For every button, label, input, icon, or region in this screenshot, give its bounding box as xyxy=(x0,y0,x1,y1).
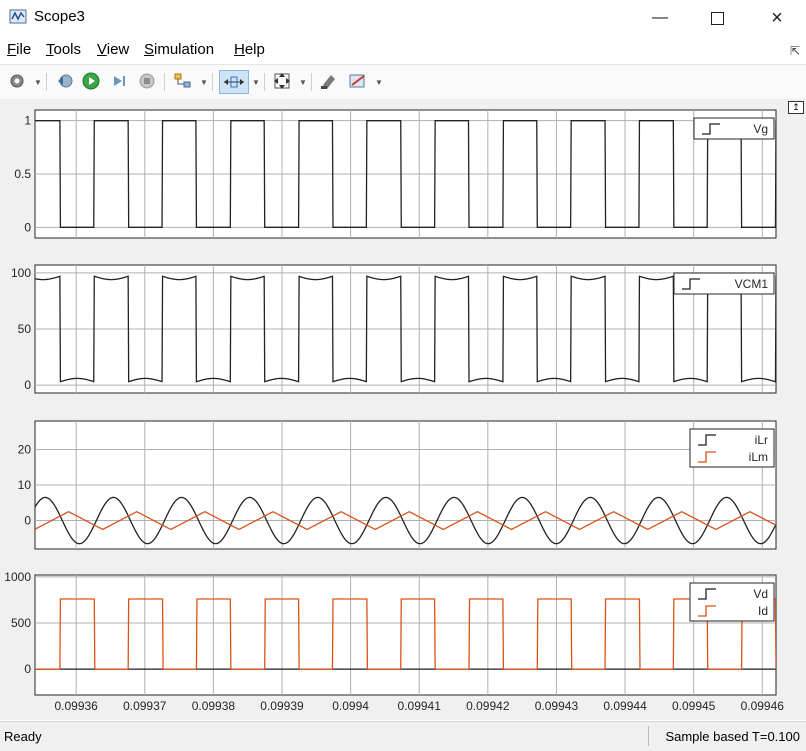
settings-icon xyxy=(10,74,24,88)
settings-dropdown-icon[interactable]: ▼ xyxy=(34,78,42,87)
autoscale-button[interactable] xyxy=(271,70,293,92)
pin-icon[interactable]: ⇱ xyxy=(790,44,800,58)
menu-file[interactable]: File xyxy=(7,41,31,58)
step-forward-button[interactable] xyxy=(108,70,130,92)
status-text: Ready xyxy=(4,729,42,744)
stop-button[interactable] xyxy=(136,70,158,92)
maximize-button[interactable] xyxy=(697,4,737,32)
toolbar-separator xyxy=(212,73,213,91)
scope-icon xyxy=(9,9,27,24)
status-bar: Ready Sample based T=0.100 xyxy=(0,721,806,751)
settings-button[interactable] xyxy=(6,70,28,92)
toolbar-separator xyxy=(46,73,47,91)
menu-view[interactable]: View xyxy=(97,41,129,58)
toolbar-separator xyxy=(164,73,165,91)
zoom-dropdown-icon[interactable]: ▼ xyxy=(252,78,260,87)
autoscale-icon xyxy=(274,73,290,89)
signal-selector-icon xyxy=(174,73,191,88)
menu-simulation[interactable]: Simulation xyxy=(144,41,214,58)
maximize-icon xyxy=(710,11,724,25)
signal-selector-button[interactable] xyxy=(172,70,194,92)
window-title: Scope3 xyxy=(34,8,85,25)
toolbar-separator xyxy=(264,73,265,91)
toolbar: ▼ ▼ ▼ ▼ ▼ xyxy=(0,64,806,100)
undock-icon[interactable]: ↥ xyxy=(788,101,804,114)
stop-icon xyxy=(139,73,155,89)
close-button[interactable]: × xyxy=(757,4,797,32)
status-separator xyxy=(648,726,649,746)
measurement-button[interactable] xyxy=(347,70,369,92)
status-sample-info: Sample based T=0.100 xyxy=(665,729,800,744)
minimize-icon: — xyxy=(652,9,668,26)
minimize-button[interactable]: — xyxy=(640,4,680,32)
zoom-time-icon xyxy=(224,76,244,88)
step-back-button[interactable] xyxy=(54,70,76,92)
toolbar-separator xyxy=(311,73,312,91)
title-bar: Scope3 — × xyxy=(0,0,806,36)
style-icon xyxy=(321,75,335,89)
step-back-icon xyxy=(58,74,73,88)
step-forward-icon xyxy=(114,76,125,86)
menu-help[interactable]: Help xyxy=(234,41,265,58)
autoscale-dropdown-icon[interactable]: ▼ xyxy=(299,78,307,87)
signal-selector-dropdown-icon[interactable]: ▼ xyxy=(200,78,208,87)
zoom-time-button[interactable] xyxy=(219,70,249,94)
menu-tools[interactable]: Tools xyxy=(46,41,81,58)
scope-plot-area xyxy=(0,99,806,720)
run-button[interactable] xyxy=(80,70,102,92)
style-button[interactable] xyxy=(318,70,340,92)
measurement-dropdown-icon[interactable]: ▼ xyxy=(375,78,383,87)
run-icon xyxy=(82,72,100,90)
close-icon: × xyxy=(771,6,783,29)
measurement-icon xyxy=(349,74,365,88)
menu-bar: File Tools View Simulation Help xyxy=(0,38,806,62)
